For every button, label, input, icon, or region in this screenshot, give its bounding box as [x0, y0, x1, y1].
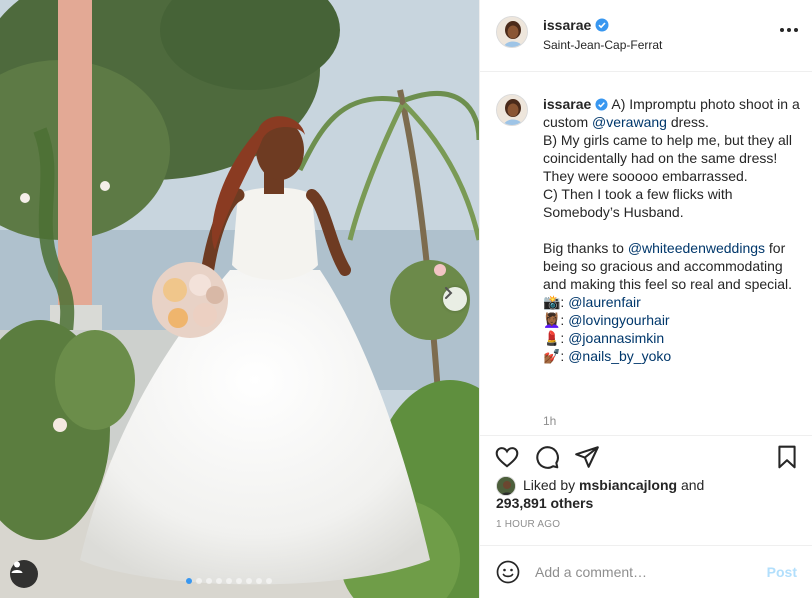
carousel-dot	[196, 578, 202, 584]
likes-line: Liked by msbiancajlong and	[523, 477, 704, 493]
carousel-dot	[236, 578, 242, 584]
caption-mention-link[interactable]: @lovingyourhair	[568, 312, 669, 328]
caption-mention-link[interactable]: @whiteedenweddings	[628, 240, 765, 256]
post-header: issarae Saint-Jean-Cap-Ferrat	[480, 0, 812, 72]
caption-author-avatar[interactable]	[496, 94, 528, 126]
post-photo[interactable]	[0, 0, 479, 598]
caption-timestamp[interactable]: 1h	[543, 414, 556, 428]
carousel-dot	[246, 578, 252, 584]
likes-count[interactable]: 293,891 others	[496, 495, 593, 511]
post-timestamp[interactable]: 1 HOUR AGO	[496, 519, 560, 530]
caption-text: 💆🏾‍♀️:	[543, 312, 565, 328]
paper-plane-icon[interactable]	[574, 444, 600, 470]
caption-mention-link[interactable]: @laurenfair	[568, 294, 641, 310]
caption-text: 💅🏾:	[543, 348, 565, 364]
caption-mention-link[interactable]: @joannasimkin	[568, 330, 664, 346]
add-comment-bar: Post	[480, 545, 812, 598]
author-avatar[interactable]	[496, 16, 528, 48]
liker-avatar[interactable]	[496, 476, 516, 496]
post-caption: issarae A) Impromptu photo shoot in a cu…	[543, 95, 808, 365]
smiley-icon[interactable]	[496, 560, 520, 584]
username-text[interactable]: issarae	[543, 17, 591, 33]
avatar-illustration	[497, 95, 527, 125]
carousel-dot	[186, 578, 192, 584]
avatar-illustration	[497, 477, 515, 495]
verified-badge-icon	[595, 98, 608, 111]
post-details-panel: issarae Saint-Jean-Cap-Ferrat issarae A)…	[479, 0, 812, 598]
likes-summary: Liked by msbiancajlong and 293,891 other…	[496, 475, 806, 513]
bookmark-icon[interactable]	[774, 444, 800, 470]
wedding-photo-illustration	[0, 0, 479, 598]
caption-text: dress. B) My girls came to help me, but …	[543, 114, 792, 256]
carousel-next-button[interactable]	[443, 287, 467, 311]
post-comment-button[interactable]: Post	[767, 564, 797, 580]
tagged-users-button[interactable]	[10, 560, 38, 588]
avatar-illustration	[497, 17, 527, 47]
carousel-dot	[206, 578, 212, 584]
carousel-indicator	[186, 578, 272, 584]
heart-icon[interactable]	[494, 444, 520, 470]
caption-body: A) Impromptu photo shoot in a custom @ve…	[543, 96, 804, 364]
caption-text: 💄:	[543, 330, 565, 346]
more-options-button[interactable]	[780, 28, 798, 32]
likes-connector: and	[677, 477, 705, 493]
username-text[interactable]: issarae	[543, 96, 591, 112]
caption-mention-link[interactable]: @verawang	[592, 114, 667, 130]
post-actions	[480, 435, 812, 475]
chevron-right-icon	[445, 287, 453, 299]
carousel-dot	[256, 578, 262, 584]
author-username[interactable]: issarae	[543, 17, 609, 33]
comment-bubble-icon[interactable]	[534, 444, 560, 470]
carousel-dot	[266, 578, 272, 584]
caption-mention-link[interactable]: @nails_by_yoko	[568, 348, 671, 364]
post-location[interactable]: Saint-Jean-Cap-Ferrat	[543, 38, 662, 52]
comment-input[interactable]	[535, 560, 755, 584]
carousel-dot	[216, 578, 222, 584]
likes-prefix: Liked by	[523, 477, 580, 493]
ellipsis-icon	[780, 28, 784, 32]
comments-section: issarae A) Impromptu photo shoot in a cu…	[480, 72, 812, 435]
verified-badge-icon	[595, 18, 609, 32]
liker-username[interactable]: msbiancajlong	[579, 477, 677, 493]
caption-username[interactable]: issarae	[543, 96, 608, 112]
carousel-dot	[226, 578, 232, 584]
user-tag-icon	[11, 561, 23, 573]
